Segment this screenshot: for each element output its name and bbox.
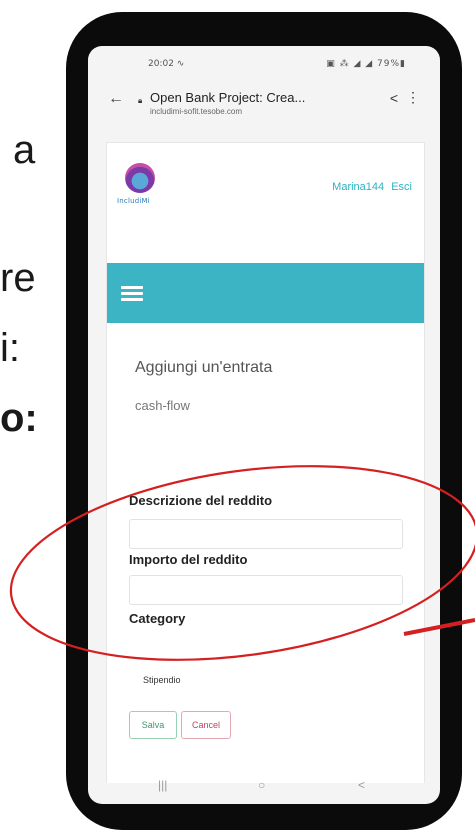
back-arrow-icon[interactable]: ←	[108, 90, 124, 108]
logout-link[interactable]: Esci	[391, 181, 412, 193]
amount-input[interactable]	[129, 575, 403, 605]
browser-tab-title[interactable]: Open Bank Project: Crea...	[150, 90, 305, 105]
system-nav-bar: ||| ○ <	[88, 774, 440, 804]
share-icon[interactable]: <	[390, 90, 398, 106]
page-header: IncludiMi Marina144 Esci	[107, 143, 424, 245]
more-options-icon[interactable]: ⋮	[406, 89, 420, 106]
logo-text: IncludiMi	[117, 197, 150, 205]
save-button[interactable]: Salva	[129, 711, 177, 739]
username-link[interactable]: Marina144	[332, 181, 384, 193]
status-time: 20:02 ∿	[148, 59, 185, 69]
hamburger-menu-icon[interactable]	[121, 286, 143, 301]
header-user-area: Marina144 Esci	[332, 181, 412, 193]
category-select[interactable]: Stipendio	[143, 675, 181, 685]
slide-text-3: i:	[0, 326, 20, 370]
slide-text-2: re	[0, 256, 36, 300]
slide-text-1: a	[13, 128, 36, 172]
page-title: Aggiungi un'entrata	[135, 359, 273, 376]
status-icons: ▣ ⁂ ◢ ◢ 79%▮	[326, 59, 406, 69]
system-back-icon[interactable]: <	[358, 778, 365, 792]
browser-domain[interactable]: includimi-sofit.tesobe.com	[150, 107, 242, 116]
recents-icon[interactable]: |||	[158, 778, 167, 792]
logo-icon	[125, 163, 155, 193]
site-logo[interactable]: IncludiMi	[117, 163, 165, 215]
home-icon[interactable]: ○	[258, 778, 265, 792]
browser-url-bar: ← 🔒︎ Open Bank Project: Crea... includim…	[88, 76, 440, 128]
amount-label: Importo del reddito	[129, 552, 248, 567]
lock-icon: 🔒︎	[138, 96, 143, 105]
cancel-button[interactable]: Cancel	[181, 711, 231, 739]
slide-text-4: o:	[0, 396, 38, 440]
web-page: IncludiMi Marina144 Esci Aggiungi un'ent…	[106, 142, 425, 783]
category-label: Category	[129, 611, 186, 626]
navbar	[107, 263, 424, 323]
phone-frame: 20:02 ∿ ▣ ⁂ ◢ ◢ 79%▮ ← 🔒︎ Open Bank Proj…	[66, 12, 462, 830]
description-input[interactable]	[129, 519, 403, 549]
phone-screen: 20:02 ∿ ▣ ⁂ ◢ ◢ 79%▮ ← 🔒︎ Open Bank Proj…	[88, 46, 440, 804]
description-label: Descrizione del reddito	[129, 493, 273, 508]
page-subtitle: cash-flow	[135, 398, 190, 413]
status-bar: 20:02 ∿ ▣ ⁂ ◢ ◢ 79%▮	[88, 46, 440, 74]
